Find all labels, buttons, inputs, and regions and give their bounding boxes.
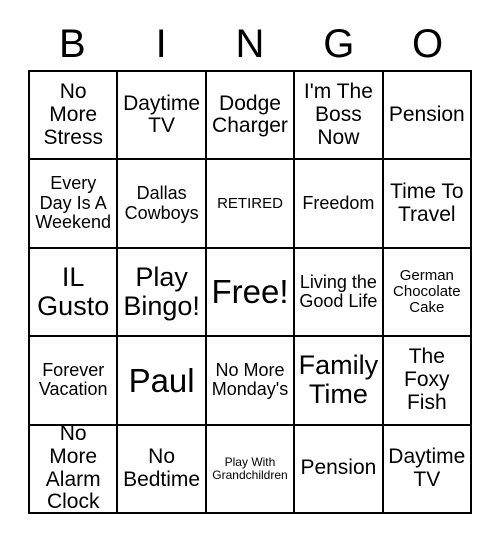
bingo-cell[interactable]: Play Bingo! <box>118 248 207 338</box>
bingo-cell[interactable]: No More Stress <box>30 72 119 161</box>
bingo-cell-label: No Bedtime <box>123 445 201 491</box>
bingo-cell-label: Play Bingo! <box>123 261 200 321</box>
bingo-cell-label: German Chocolate Cake <box>393 266 461 317</box>
bingo-cell[interactable]: I'm The Boss Now <box>295 72 384 161</box>
bingo-cell-label: Freedom <box>302 192 375 213</box>
bingo-cell[interactable]: Daytime TV <box>383 425 472 514</box>
bingo-cell-label: No More Stress <box>43 80 103 149</box>
bingo-cell-label: No More Monday's <box>211 359 289 400</box>
bingo-cell[interactable]: No More Monday's <box>206 337 296 426</box>
bingo-cell-label: Every Day Is A Weekend <box>35 173 112 233</box>
header-letter-n: N <box>235 22 265 66</box>
bingo-cell-label: Family Time <box>298 350 379 410</box>
bingo-cell-label: Daytime TV <box>123 91 201 138</box>
bingo-cell[interactable]: No More Alarm Clock <box>30 425 119 514</box>
bingo-cell-label: I'm The Boss Now <box>303 80 373 149</box>
bingo-cell-label: Time To Travel <box>390 179 464 226</box>
bingo-cell[interactable]: Dodge Charger <box>206 72 296 161</box>
bingo-cell-label: Dodge Charger <box>212 91 288 138</box>
bingo-cell[interactable]: Free! <box>206 248 296 338</box>
bingo-cell[interactable]: Pension <box>295 425 384 514</box>
bingo-cell[interactable]: The Foxy Fish <box>383 337 472 426</box>
bingo-cell-label: Dallas Cowboys <box>124 183 199 223</box>
bingo-cell[interactable]: Pension <box>383 72 472 161</box>
bingo-cell-label: No More Alarm Clock <box>45 425 101 514</box>
bingo-cell[interactable]: Living the Good Life <box>295 248 384 338</box>
bingo-cell-label: Free! <box>211 273 289 311</box>
bingo-cell-label: Pension <box>300 456 377 480</box>
bingo-cell[interactable]: Every Day Is A Weekend <box>30 160 119 249</box>
bingo-cell[interactable]: IL Gusto <box>30 248 119 338</box>
bingo-cell[interactable]: Daytime TV <box>118 72 207 161</box>
bingo-cell[interactable]: Paul <box>118 337 207 426</box>
bingo-cell-label: Pension <box>388 102 465 126</box>
bingo-cell[interactable]: Family Time <box>295 337 384 426</box>
bingo-cell[interactable]: Dallas Cowboys <box>118 160 207 249</box>
bingo-cell[interactable]: RETIRED <box>206 160 296 249</box>
bingo-cell-label: IL Gusto <box>37 261 110 321</box>
bingo-cell[interactable]: Time To Travel <box>383 160 472 249</box>
header-letter-g: G <box>323 22 355 66</box>
bingo-card: B I N G O No More Stress Daytime TV Dodge … <box>0 0 500 544</box>
header-letter-o: O <box>412 22 444 66</box>
bingo-cell[interactable]: German Chocolate Cake <box>383 248 472 338</box>
bingo-cell-label: The Foxy Fish <box>404 345 450 414</box>
bingo-grid: No More Stress Daytime TV Dodge Charger I'm… <box>28 70 472 514</box>
header-letter-i: I <box>155 22 167 66</box>
bingo-cell-label: Forever Vacation <box>38 359 108 400</box>
bingo-cell-label: Paul <box>128 361 195 399</box>
bingo-cell[interactable]: Freedom <box>295 160 384 249</box>
bingo-cell-label: Play With Grandchildren <box>212 454 288 482</box>
bingo-cell[interactable]: No Bedtime <box>118 425 207 514</box>
bingo-cell[interactable]: Forever Vacation <box>30 337 119 426</box>
bingo-cell-label: Daytime TV <box>388 445 466 491</box>
bingo-cell-label: Living the Good Life <box>299 271 378 311</box>
header-letter-b: B <box>59 22 86 66</box>
bingo-cell-label: RETIRED <box>217 194 283 212</box>
bingo-cell[interactable]: Play With Grandchildren <box>206 425 296 514</box>
bingo-header: B I N G O <box>28 18 472 70</box>
